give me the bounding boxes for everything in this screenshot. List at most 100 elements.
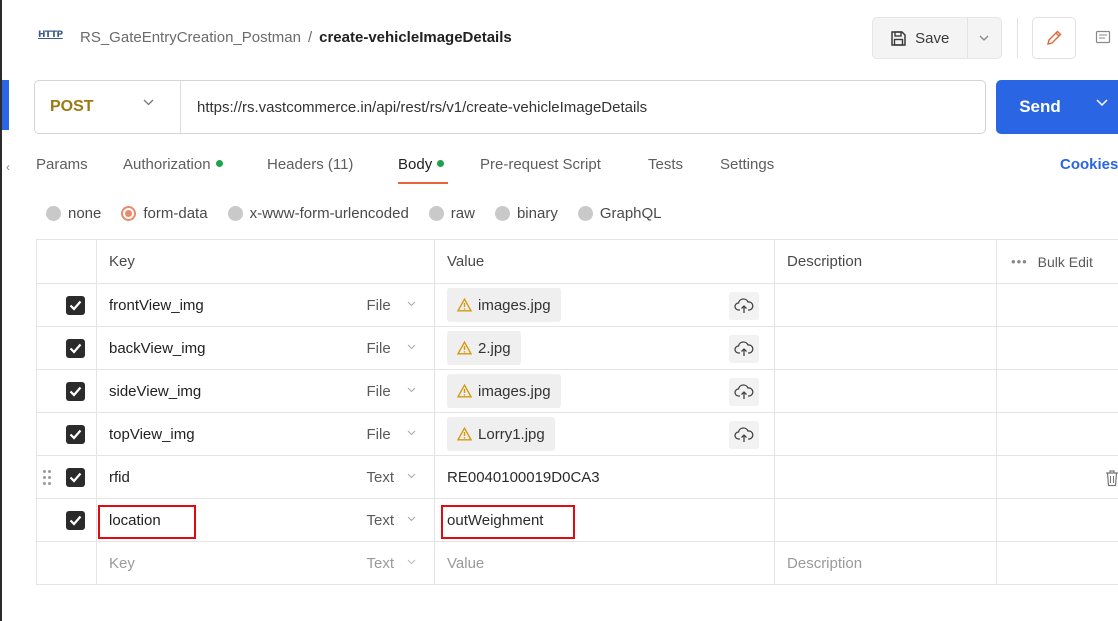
edit-button[interactable] bbox=[1032, 17, 1076, 59]
chevron-down-icon bbox=[407, 559, 415, 565]
upload-file-button[interactable] bbox=[729, 378, 760, 406]
send-button-label: Send bbox=[1019, 97, 1061, 116]
radio-x-www-form-urlencoded[interactable]: x-www-form-urlencoded bbox=[227, 205, 409, 222]
row-actions-cell bbox=[996, 326, 1118, 370]
checkmark-icon bbox=[69, 429, 82, 440]
tab-tests[interactable]: Tests bbox=[648, 156, 683, 173]
row-checkbox[interactable] bbox=[66, 382, 85, 401]
type-select[interactable]: File bbox=[356, 412, 436, 456]
type-select[interactable]: File bbox=[356, 283, 436, 327]
tab-pre-request-script[interactable]: Pre-request Script bbox=[480, 156, 601, 173]
file-chip[interactable]: images.jpg bbox=[447, 374, 561, 408]
value-cell: 2.jpg bbox=[434, 326, 776, 370]
tab-headers[interactable]: Headers (11) bbox=[267, 156, 353, 173]
radio-circle bbox=[494, 205, 510, 221]
chevron-down-icon bbox=[407, 344, 415, 350]
radio-raw[interactable]: raw bbox=[428, 205, 475, 222]
request-header: HTTP RS_GateEntryCreation_Postman / create… bbox=[2, 0, 1118, 76]
description-input[interactable] bbox=[774, 283, 998, 327]
app-frame: HTTP RS_GateEntryCreation_Postman / create… bbox=[0, 0, 1118, 621]
radio-circle bbox=[227, 205, 243, 221]
description-input[interactable] bbox=[774, 412, 998, 456]
upload-file-button[interactable] bbox=[729, 335, 760, 363]
key-input[interactable]: sideView_img bbox=[96, 369, 357, 413]
file-chip[interactable]: images.jpg bbox=[447, 288, 561, 322]
url-input[interactable]: https://rs.vastcommerce.in/api/rest/rs/v… bbox=[181, 99, 647, 116]
tab-settings[interactable]: Settings bbox=[720, 156, 774, 173]
table-row: frontView_img File images.jpg bbox=[36, 283, 1118, 327]
breadcrumb-request-name[interactable]: create-vehicleImageDetails bbox=[319, 29, 512, 46]
radio-form-data[interactable]: form-data bbox=[121, 205, 208, 222]
radio-none[interactable]: none bbox=[46, 205, 101, 222]
table-row: location Text outWeighment bbox=[36, 498, 1118, 542]
save-icon bbox=[891, 30, 906, 46]
new-type-select[interactable]: Text bbox=[356, 541, 436, 585]
description-input[interactable] bbox=[774, 498, 998, 542]
key-input[interactable]: frontView_img bbox=[96, 283, 357, 327]
cloud-upload-icon bbox=[734, 341, 754, 356]
row-checkbox-cell bbox=[36, 412, 97, 456]
file-chip[interactable]: 2.jpg bbox=[447, 331, 521, 365]
radio-circle bbox=[428, 205, 444, 221]
breadcrumb-collection[interactable]: RS_GateEntryCreation_Postman bbox=[80, 29, 301, 46]
type-select[interactable]: File bbox=[356, 369, 436, 413]
row-checkbox[interactable] bbox=[66, 425, 85, 444]
save-options-button[interactable] bbox=[968, 18, 1001, 58]
table-row: topView_img File Lorry1.jpg bbox=[36, 412, 1118, 456]
sidebar-active-indicator bbox=[2, 80, 9, 130]
body-type-selector: none form-data x-www-form-urlencoded raw… bbox=[46, 203, 682, 223]
drag-handle-icon[interactable] bbox=[43, 470, 53, 486]
tab-params[interactable]: Params bbox=[36, 156, 88, 173]
radio-binary[interactable]: binary bbox=[494, 205, 558, 222]
new-key-input[interactable]: Key bbox=[96, 541, 357, 585]
checkmark-icon bbox=[69, 343, 82, 354]
documentation-button[interactable] bbox=[1086, 20, 1118, 56]
type-select[interactable]: File bbox=[356, 326, 436, 370]
key-input[interactable]: rfid bbox=[96, 455, 357, 499]
description-input[interactable] bbox=[774, 369, 998, 413]
tab-status-dot bbox=[437, 160, 445, 167]
more-options-icon[interactable]: ••• bbox=[1011, 254, 1028, 269]
trash-icon[interactable] bbox=[1105, 469, 1118, 487]
new-value-input[interactable]: Value bbox=[434, 541, 776, 585]
method-select[interactable]: POST bbox=[35, 81, 181, 133]
type-select[interactable]: Text bbox=[356, 455, 436, 499]
save-button[interactable]: Save bbox=[873, 18, 968, 58]
tab-scroll-left-icon[interactable]: ‹ bbox=[6, 160, 10, 174]
radio-circle bbox=[577, 205, 593, 221]
checkmark-icon bbox=[69, 386, 82, 397]
radio-graphql[interactable]: GraphQL bbox=[577, 205, 662, 222]
highlight-box-key bbox=[98, 505, 196, 539]
description-input[interactable] bbox=[774, 326, 998, 370]
highlight-box-value bbox=[441, 505, 575, 539]
row-checkbox-cell bbox=[36, 541, 97, 585]
type-select[interactable]: Text bbox=[356, 498, 436, 542]
new-description-input[interactable]: Description bbox=[774, 541, 998, 585]
key-input[interactable]: backView_img bbox=[96, 326, 357, 370]
chevron-down-icon bbox=[407, 473, 415, 479]
upload-file-button[interactable] bbox=[729, 292, 760, 320]
tab-authorization[interactable]: Authorization bbox=[123, 156, 223, 173]
table-row: backView_img File 2.jpg bbox=[36, 326, 1118, 370]
bulk-edit-cell: ••• Bulk Edit bbox=[996, 239, 1118, 284]
description-input[interactable] bbox=[774, 455, 998, 499]
row-checkbox[interactable] bbox=[66, 296, 85, 315]
bulk-edit-button[interactable]: Bulk Edit bbox=[1038, 254, 1093, 270]
cookies-link[interactable]: Cookies bbox=[1060, 156, 1118, 173]
file-chip[interactable]: Lorry1.jpg bbox=[447, 417, 555, 451]
active-tab-underline bbox=[398, 182, 448, 184]
row-actions-cell bbox=[996, 541, 1118, 585]
value-input[interactable]: RE0040100019D0CA3 bbox=[434, 455, 776, 499]
row-checkbox[interactable] bbox=[66, 511, 85, 530]
chevron-down-icon bbox=[979, 35, 989, 41]
header-checkbox-cell bbox=[36, 239, 97, 284]
upload-file-button[interactable] bbox=[729, 421, 760, 449]
key-input[interactable]: topView_img bbox=[96, 412, 357, 456]
row-actions-cell bbox=[996, 369, 1118, 413]
row-checkbox[interactable] bbox=[66, 339, 85, 358]
table-row: sideView_img File images.jpg bbox=[36, 369, 1118, 413]
row-checkbox[interactable] bbox=[66, 468, 85, 487]
chevron-down-icon bbox=[1096, 99, 1108, 107]
tab-body[interactable]: Body bbox=[398, 156, 445, 173]
send-button[interactable]: Send bbox=[996, 80, 1118, 134]
